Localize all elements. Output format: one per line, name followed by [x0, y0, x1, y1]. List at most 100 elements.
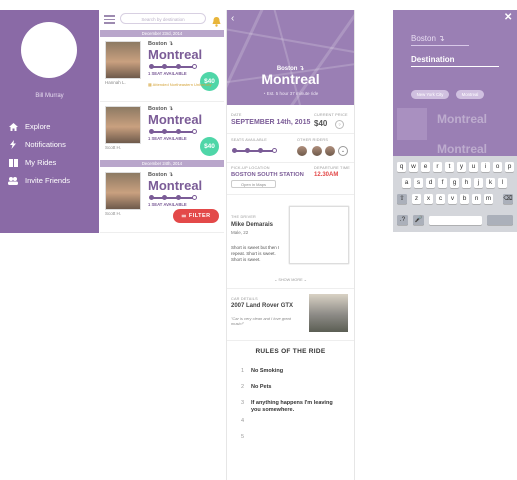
ride-destination: Montreal	[261, 71, 320, 87]
user-name: Bill Murray	[35, 93, 64, 99]
menu-item-label: Notifications	[25, 140, 66, 149]
key-j[interactable]: j	[474, 178, 483, 188]
info-icon[interactable]: ?	[335, 120, 344, 129]
seat-dot	[192, 64, 197, 69]
rider-avatar[interactable]	[312, 146, 322, 156]
rule-text: If anything happens I'm leaving you some…	[251, 400, 333, 413]
hamburger-icon[interactable]	[104, 15, 115, 24]
seat-dot	[149, 64, 154, 69]
price-badge: $40	[200, 137, 219, 156]
seat-dot	[176, 64, 181, 69]
key-p[interactable]: p	[505, 162, 514, 172]
ride-price: $40	[314, 119, 328, 128]
menu-item-my-rides[interactable]: My Rides	[8, 158, 56, 167]
key-t[interactable]: t	[445, 162, 454, 172]
ghost-ride-card: Montreal Montreal	[393, 102, 517, 156]
seat-track	[150, 197, 196, 199]
back-icon[interactable]: ‹	[231, 13, 234, 24]
suggestion-chip[interactable]: New York City	[411, 90, 449, 99]
space-key[interactable]	[429, 216, 482, 225]
chevron-down-icon[interactable]: ⌄	[338, 146, 348, 156]
mic-key[interactable]: 🎤	[413, 215, 424, 225]
seat-dot	[149, 195, 154, 200]
car-quote: "Car is very clean and I love great musi…	[231, 316, 291, 326]
riders-label: OTHER RIDERS	[297, 138, 329, 142]
key-y[interactable]: y	[457, 162, 466, 172]
menu-item-invite-friends[interactable]: Invite Friends	[8, 176, 70, 185]
driver-name: Scott H.	[105, 211, 122, 216]
ride-destination: Montreal	[148, 47, 203, 62]
key-k[interactable]: k	[486, 178, 495, 188]
seats-available: 1 SEAT AVAILABLE	[148, 136, 187, 141]
driver-name: Scott H.	[105, 145, 122, 150]
seat-dot	[272, 148, 277, 153]
car-photo[interactable]	[309, 294, 348, 332]
seats-available: 1 SEAT AVAILABLE	[148, 71, 187, 76]
ride-card[interactable]: Scott H. Boston ↴ Montreal 1 SEAT AVAILA…	[100, 168, 224, 233]
key-q[interactable]: q	[397, 162, 406, 172]
key-g[interactable]: g	[450, 178, 459, 188]
seat-dot	[149, 129, 154, 134]
origin-field[interactable]: Boston ↴	[411, 34, 445, 43]
menu-item-label: Explore	[25, 122, 51, 131]
seat-track	[233, 150, 275, 152]
key-v[interactable]: v	[448, 194, 457, 204]
search-input[interactable]: Search by destination	[120, 13, 206, 24]
rules-title: RULES OF THE RIDE	[255, 348, 326, 355]
key-c[interactable]: c	[436, 194, 445, 204]
seat-track	[150, 66, 196, 68]
rider-avatar[interactable]	[325, 146, 335, 156]
driver-photo[interactable]	[289, 206, 349, 264]
key-n[interactable]: n	[472, 194, 481, 204]
key-w[interactable]: w	[409, 162, 418, 172]
driver-name: Mike Demarais	[231, 222, 274, 228]
search-screen: ✕ Boston ↴ Destination New York City Mon…	[393, 10, 517, 232]
key-o[interactable]: o	[493, 162, 502, 172]
suggestion-chip[interactable]: Montreal	[456, 90, 484, 99]
menu-item-explore[interactable]: Explore	[8, 122, 50, 131]
key-l[interactable]: l	[498, 178, 507, 188]
key-m[interactable]: m	[484, 194, 493, 204]
show-more-button[interactable]: ⌄ SHOW MORE ⌄	[227, 277, 354, 282]
rule-text: No Pets	[251, 384, 272, 390]
driver-photo	[105, 172, 141, 210]
date-label: DATE	[231, 113, 242, 117]
key-e[interactable]: e	[421, 162, 430, 172]
return-key[interactable]	[487, 215, 513, 225]
driver-label: THE DRIVER	[231, 215, 256, 219]
key-f[interactable]: f	[438, 178, 447, 188]
delete-key[interactable]: ⌫	[503, 194, 513, 204]
ride-destination: Montreal	[148, 112, 203, 127]
key-i[interactable]: i	[481, 162, 490, 172]
date-header: December 24th, 2014	[100, 160, 224, 167]
rule-number: 3	[241, 400, 245, 406]
date-header: December 23rd, 2014	[100, 30, 224, 37]
seats-label: SEATS AVAILABLE	[231, 138, 267, 142]
key-a[interactable]: a	[402, 178, 411, 188]
seat-dot	[162, 195, 167, 200]
ride-card[interactable]: Scott H. Boston ↴ Montreal 1 SEAT AVAILA…	[100, 102, 224, 167]
seat-dot	[245, 148, 250, 153]
numbers-key[interactable]: .?	[397, 215, 408, 225]
key-h[interactable]: h	[462, 178, 471, 188]
key-s[interactable]: s	[414, 178, 423, 188]
key-u[interactable]: u	[469, 162, 478, 172]
driver-photo	[105, 41, 141, 79]
notification-bell-icon[interactable]	[212, 14, 221, 27]
key-d[interactable]: d	[426, 178, 435, 188]
avatar[interactable]	[21, 22, 77, 78]
ride-card[interactable]: Hannah L. Boston ↴ Montreal 1 SEAT AVAIL…	[100, 37, 224, 102]
rider-avatar[interactable]	[297, 146, 307, 156]
key-z[interactable]: z	[412, 194, 421, 204]
key-x[interactable]: x	[424, 194, 433, 204]
key-b[interactable]: b	[460, 194, 469, 204]
close-icon[interactable]: ✕	[504, 12, 512, 23]
seat-dot	[162, 64, 167, 69]
destination-field[interactable]: Destination	[411, 55, 455, 64]
key-r[interactable]: r	[433, 162, 442, 172]
open-in-maps-button[interactable]: Open in Maps	[231, 180, 276, 188]
menu-item-notifications[interactable]: Notifications	[8, 140, 66, 149]
shift-key[interactable]: ⇧	[397, 194, 407, 204]
filter-button[interactable]: ⚌ FILTER	[173, 209, 219, 223]
bolt-icon	[8, 140, 18, 149]
